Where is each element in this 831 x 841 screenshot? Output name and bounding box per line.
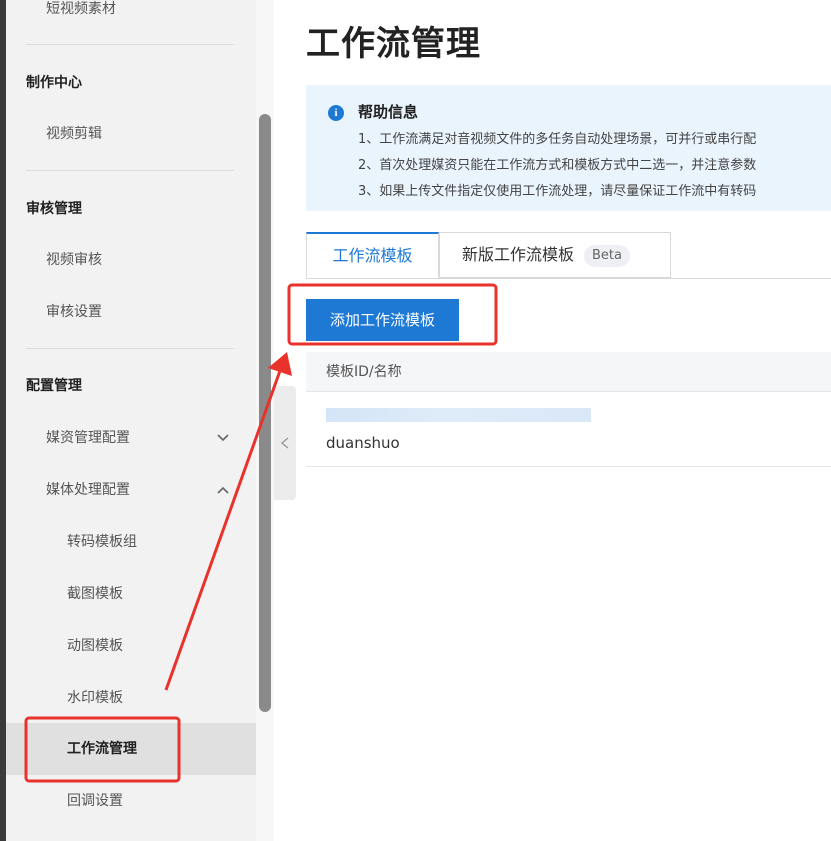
template-id-redacted: [326, 408, 591, 422]
sidebar-item-workflow-management[interactable]: 工作流管理: [6, 737, 256, 761]
divider: [26, 348, 234, 349]
chevron-down-icon[interactable]: [216, 431, 230, 445]
sidebar-item-label: 转码模板组: [67, 534, 137, 550]
help-line: 3、如果上传文件指定仅使用工作流处理，请尽量保证工作流中有转码: [358, 184, 757, 199]
sidebar-item-transcode-template-group[interactable]: 转码模板组: [6, 530, 256, 554]
sidebar-item-gif-template[interactable]: 动图模板: [6, 634, 256, 658]
tabs-baseline: [306, 278, 831, 279]
main-content: 工作流管理 i 帮助信息 1、工作流满足对音视频文件的多任务自动处理场景，可并行…: [296, 0, 831, 841]
template-name[interactable]: duanshuo: [326, 434, 400, 452]
sidebar-item-label: 回调设置: [67, 793, 123, 809]
table-row-divider: [306, 466, 831, 467]
sidebar-item-watermark-template[interactable]: 水印模板: [6, 686, 256, 710]
sidebar-collapse-button[interactable]: [274, 386, 296, 500]
info-circle-icon: i: [328, 105, 344, 121]
sidebar-item-callback-settings[interactable]: 回调设置: [6, 789, 256, 813]
sidebar-item-label: 水印模板: [67, 690, 123, 706]
tab-label: 工作流模板: [332, 246, 413, 265]
sidebar-item-short-video-material[interactable]: 短视频素材: [6, 0, 256, 22]
sidebar-scrollbar[interactable]: [259, 114, 271, 712]
tabs: 工作流模板 新版工作流模板 Beta: [306, 232, 831, 278]
sidebar-item-label: 工作流管理: [67, 741, 137, 757]
chevron-left-icon: [280, 437, 289, 449]
sidebar-item-label: 审核设置: [46, 304, 102, 320]
tab-label: 新版工作流模板: [462, 245, 575, 264]
sidebar-item-label: 短视频素材: [46, 1, 116, 17]
help-title: 帮助信息: [358, 103, 419, 121]
sidebar: 短视频素材 制作中心 视频剪辑 审核管理 视频审核 审核设置 配置管理 媒资管理…: [6, 0, 256, 841]
chevron-up-icon[interactable]: [216, 483, 230, 497]
sidebar-item-label: 媒体处理配置: [46, 482, 130, 498]
help-info-panel: i 帮助信息 1、工作流满足对音视频文件的多任务自动处理场景，可并行或串行配 2…: [306, 85, 831, 211]
divider: [26, 44, 234, 45]
sidebar-item-label: 视频剪辑: [46, 126, 102, 142]
tab-workflow-template[interactable]: 工作流模板: [306, 232, 439, 278]
sidebar-item-label: 媒资管理配置: [46, 430, 130, 446]
beta-badge: Beta: [584, 244, 630, 267]
sidebar-item-snapshot-template[interactable]: 截图模板: [6, 582, 256, 606]
page-title: 工作流管理: [306, 24, 481, 64]
section-config-management: 配置管理: [26, 378, 82, 394]
help-line: 2、首次处理媒资只能在工作流方式和模板方式中二选一，并注意参数: [358, 158, 757, 173]
section-review-management: 审核管理: [26, 201, 82, 217]
tab-new-workflow-template[interactable]: 新版工作流模板 Beta: [439, 232, 671, 278]
sidebar-item-label: 视频审核: [46, 252, 102, 268]
divider: [26, 170, 234, 171]
add-workflow-template-button[interactable]: 添加工作流模板: [306, 299, 459, 341]
sidebar-item-video-editing[interactable]: 视频剪辑: [6, 122, 256, 146]
sidebar-item-review-settings[interactable]: 审核设置: [6, 300, 256, 324]
sidebar-item-label: 动图模板: [67, 638, 123, 654]
section-production-center: 制作中心: [26, 75, 82, 91]
sidebar-item-video-review[interactable]: 视频审核: [6, 248, 256, 272]
sidebar-item-label: 截图模板: [67, 586, 123, 602]
help-line: 1、工作流满足对音视频文件的多任务自动处理场景，可并行或串行配: [358, 132, 757, 147]
table-header-template-id-name: 模板ID/名称: [306, 352, 831, 392]
